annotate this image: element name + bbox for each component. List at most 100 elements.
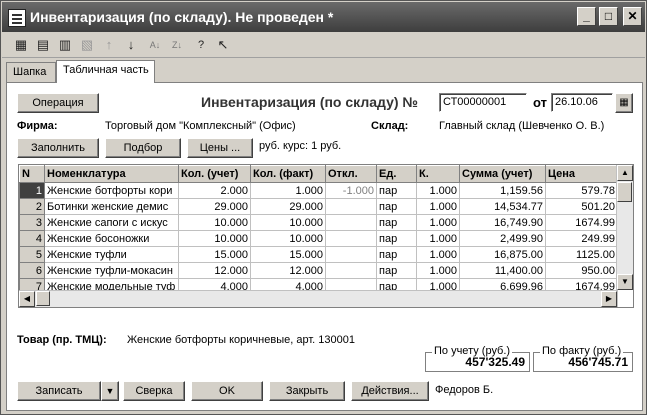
cell-qty-acc[interactable]: 10.000 — [178, 230, 251, 247]
cell-qty-fact[interactable]: 15.000 — [250, 246, 326, 263]
cell-unit[interactable]: пар — [376, 262, 417, 279]
new-row-icon[interactable]: ▦ — [12, 36, 30, 54]
cell-qty-acc[interactable]: 29.000 — [178, 198, 251, 215]
cell-name[interactable]: Ботинки женские демис — [44, 198, 179, 215]
cell-dev[interactable] — [325, 246, 377, 263]
move-down-icon[interactable]: ↓ — [122, 36, 140, 54]
vertical-scrollbar[interactable]: ▲ ▼ — [616, 165, 633, 290]
cell-k[interactable]: 1.000 — [416, 198, 460, 215]
cell-name[interactable]: Женские босоножки — [44, 230, 179, 247]
cell-qty-fact[interactable]: 1.000 — [250, 182, 326, 199]
cell-dev[interactable] — [325, 214, 377, 231]
cell-sum[interactable]: 2,499.90 — [459, 230, 546, 247]
cell-n[interactable]: 6 — [19, 262, 45, 279]
cell-sum[interactable]: 11,400.00 — [459, 262, 546, 279]
scroll-thumb[interactable] — [617, 182, 632, 202]
copy-row-icon[interactable]: ▤ — [34, 36, 52, 54]
items-table[interactable]: N Номенклатура Кол. (учет) Кол. (факт) О… — [18, 164, 634, 308]
close-form-button[interactable]: Закрыть — [269, 381, 345, 401]
cell-k[interactable]: 1.000 — [416, 182, 460, 199]
cell-qty-acc[interactable]: 12.000 — [178, 262, 251, 279]
cell-name[interactable]: Женские туфли-мокасин — [44, 262, 179, 279]
table-row[interactable]: 2 Ботинки женские демис 29.000 29.000 пар 1.0… — [19, 198, 618, 215]
cell-qty-acc[interactable]: 10.000 — [178, 214, 251, 231]
cell-dev[interactable] — [325, 262, 377, 279]
calendar-icon[interactable]: ▦ — [615, 93, 633, 113]
context-help-icon[interactable]: ↖ — [214, 36, 232, 54]
operation-button[interactable]: Операция — [17, 93, 99, 113]
cell-name[interactable]: Женские сапоги с искус — [44, 214, 179, 231]
tab-header[interactable]: Шапка — [6, 62, 56, 82]
help-icon[interactable]: ? — [192, 36, 210, 54]
cell-k[interactable]: 1.000 — [416, 214, 460, 231]
cell-k[interactable]: 1.000 — [416, 246, 460, 263]
edit-row-icon[interactable]: ▧ — [78, 36, 96, 54]
cell-qty-fact[interactable]: 10.000 — [250, 230, 326, 247]
column-header[interactable]: Ед. — [376, 165, 417, 183]
cell-n[interactable]: 4 — [19, 230, 45, 247]
cell-qty-acc[interactable]: 2.000 — [178, 182, 251, 199]
firm-value[interactable]: Торговый дом "Комплексный" (Офис) — [105, 120, 296, 132]
cell-n[interactable]: 3 — [19, 214, 45, 231]
cell-sum[interactable]: 14,534.77 — [459, 198, 546, 215]
cell-price[interactable]: 950.00 — [545, 262, 618, 279]
cell-dev[interactable] — [325, 198, 377, 215]
column-header[interactable]: Сумма (учет) — [459, 165, 546, 183]
date-field[interactable]: 26.10.06 — [551, 93, 613, 112]
minimize-button[interactable]: _ — [577, 7, 596, 26]
select-button[interactable]: Подбор — [105, 138, 181, 158]
cell-sum[interactable]: 16,749.90 — [459, 214, 546, 231]
maximize-button[interactable]: □ — [599, 7, 618, 26]
cell-n[interactable]: 1 — [19, 182, 45, 199]
cell-k[interactable]: 1.000 — [416, 262, 460, 279]
table-row[interactable]: 6 Женские туфли-мокасин 12.000 12.000 пар 1.0… — [19, 262, 618, 279]
cell-qty-fact[interactable]: 29.000 — [250, 198, 326, 215]
scroll-down-icon[interactable]: ▼ — [617, 274, 633, 290]
column-header[interactable]: Цена — [545, 165, 618, 183]
cell-qty-acc[interactable]: 15.000 — [178, 246, 251, 263]
column-header[interactable]: Кол. (учет) — [178, 165, 251, 183]
cell-sum[interactable]: 16,875.00 — [459, 246, 546, 263]
write-button[interactable]: Записать — [17, 381, 101, 401]
column-header[interactable]: К. — [416, 165, 460, 183]
warehouse-value[interactable]: Главный склад (Шевченко О. В.) — [439, 120, 604, 132]
cell-name[interactable]: Женские ботфорты кори — [44, 182, 179, 199]
cell-unit[interactable]: пар — [376, 182, 417, 199]
check-button[interactable]: Сверка — [123, 381, 185, 401]
write-dropdown-icon[interactable]: ▼ — [101, 381, 119, 401]
prices-button[interactable]: Цены ... — [187, 138, 253, 158]
cell-n[interactable]: 5 — [19, 246, 45, 263]
cell-qty-fact[interactable]: 10.000 — [250, 214, 326, 231]
column-header[interactable]: Кол. (факт) — [250, 165, 326, 183]
cell-unit[interactable]: пар — [376, 230, 417, 247]
column-header[interactable]: Номенклатура — [44, 165, 179, 183]
actions-button[interactable]: Действия... — [351, 381, 429, 401]
cell-price[interactable]: 579.78 — [545, 182, 618, 199]
cell-unit[interactable]: пар — [376, 214, 417, 231]
cell-dev[interactable]: -1.000 — [325, 182, 377, 199]
column-header[interactable]: N — [19, 165, 45, 183]
scroll-left-icon[interactable]: ◀ — [19, 291, 35, 307]
cell-price[interactable]: 1125.00 — [545, 246, 618, 263]
hscroll-thumb[interactable] — [36, 291, 50, 306]
cell-price[interactable]: 501.20 — [545, 198, 618, 215]
cell-n[interactable]: 2 — [19, 198, 45, 215]
sort-ascending-icon[interactable]: A↓ — [146, 36, 164, 54]
table-row[interactable]: 4 Женские босоножки 10.000 10.000 пар 1.000 2,… — [19, 230, 618, 247]
table-row[interactable]: 3 Женские сапоги с искус 10.000 10.000 пар 1.… — [19, 214, 618, 231]
sort-descending-icon[interactable]: Z↓ — [168, 36, 186, 54]
cell-unit[interactable]: пар — [376, 246, 417, 263]
scroll-up-icon[interactable]: ▲ — [617, 165, 633, 181]
cell-k[interactable]: 1.000 — [416, 230, 460, 247]
cell-name[interactable]: Женские туфли — [44, 246, 179, 263]
fill-button[interactable]: Заполнить — [17, 138, 99, 158]
delete-row-icon[interactable]: ▥ — [56, 36, 74, 54]
cell-price[interactable]: 249.99 — [545, 230, 618, 247]
cell-qty-fact[interactable]: 12.000 — [250, 262, 326, 279]
cell-price[interactable]: 1674.99 — [545, 214, 618, 231]
cell-sum[interactable]: 1,159.56 — [459, 182, 546, 199]
document-number-field[interactable]: СТ00000001 — [439, 93, 527, 112]
column-header[interactable]: Откл. — [325, 165, 377, 183]
scroll-right-icon[interactable]: ▶ — [601, 291, 617, 307]
cell-dev[interactable] — [325, 230, 377, 247]
